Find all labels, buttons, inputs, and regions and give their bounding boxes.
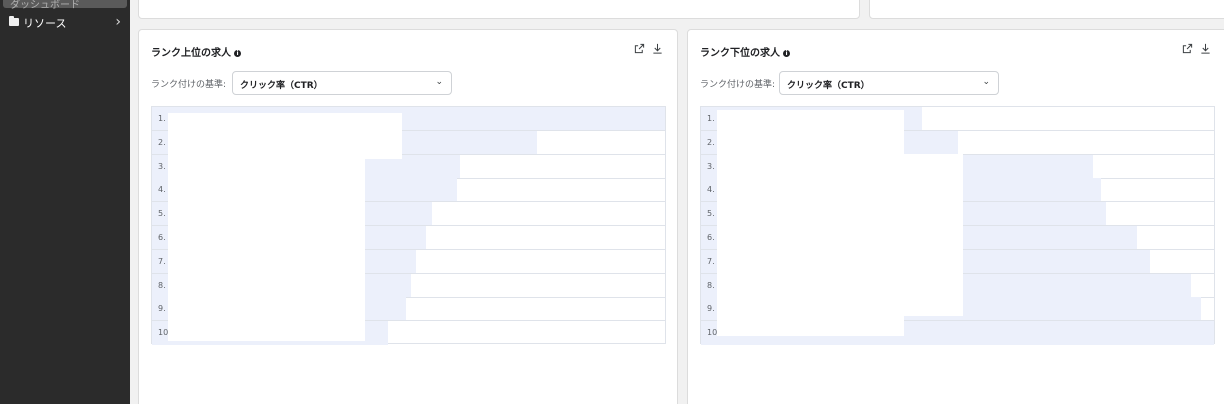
download-icon[interactable] (652, 43, 663, 54)
redacted-area (717, 316, 904, 336)
sidebar-item-resources[interactable]: リソース › (0, 13, 130, 33)
download-icon[interactable] (1200, 43, 1211, 54)
rank-number: 8. (707, 280, 715, 290)
rank-number: 5. (158, 209, 166, 219)
rank-number: 6. (707, 233, 715, 242)
rank-number: 3. (707, 161, 715, 171)
rank-number: 8. (158, 280, 166, 290)
rank-number: 1. (707, 114, 715, 123)
rank-by-select[interactable]: クリック率（CTR） ⌄ (779, 71, 999, 95)
chevron-down-icon: ⌄ (435, 77, 443, 87)
rank-number: 2. (707, 137, 715, 147)
info-icon[interactable]: i (783, 50, 790, 57)
redacted-area (168, 159, 365, 341)
redacted-area (717, 110, 904, 154)
top-card-left (138, 0, 860, 19)
panel-title: ランク上位の求人 i (151, 44, 241, 59)
rank-number: 3. (158, 161, 166, 171)
rank-number: 1. (158, 114, 166, 123)
redacted-area (168, 113, 402, 159)
rank-number: 4. (707, 185, 715, 195)
rank-number: 9. (707, 304, 715, 314)
top-ranked-panel: ランク上位の求人 i ランク付けの基準: クリック率（CTR） ⌄ 1. 2. 3. 4… (138, 29, 678, 404)
redacted-area (717, 154, 963, 316)
rank-by-value: クリック率（CTR） (787, 81, 870, 91)
info-icon[interactable]: i (234, 50, 241, 57)
rank-number: 7. (158, 256, 166, 266)
open-in-new-icon[interactable] (1182, 43, 1193, 54)
sidebar-item-label: リソース (23, 17, 67, 30)
rank-number: 2. (158, 137, 166, 147)
chevron-down-icon: ⌄ (982, 77, 990, 87)
rank-by-label: ランク付けの基準: (151, 80, 227, 90)
rank-by-label: ランク付けの基準: (700, 80, 776, 90)
rank-by-select[interactable]: クリック率（CTR） ⌄ (232, 71, 452, 95)
sidebar: ダッシュボード リソース › (0, 0, 130, 404)
rank-number: 6. (158, 233, 166, 242)
rank-number: 7. (707, 256, 715, 266)
rank-number: 4. (158, 185, 166, 195)
rank-number: 9. (158, 304, 166, 314)
rank-by-value: クリック率（CTR） (240, 81, 323, 91)
folder-icon (9, 16, 19, 26)
chevron-right-icon: › (115, 14, 121, 30)
open-in-new-icon[interactable] (634, 43, 645, 54)
top-card-right (869, 0, 1224, 19)
sidebar-item-previous-label: ダッシュボード (10, 0, 80, 11)
panel-title: ランク下位の求人 i (700, 44, 790, 59)
bottom-ranked-panel: ランク下位の求人 i ランク付けの基準: クリック率（CTR） ⌄ 1. 2. 3. 4… (687, 29, 1224, 404)
rank-number: 5. (707, 209, 715, 219)
